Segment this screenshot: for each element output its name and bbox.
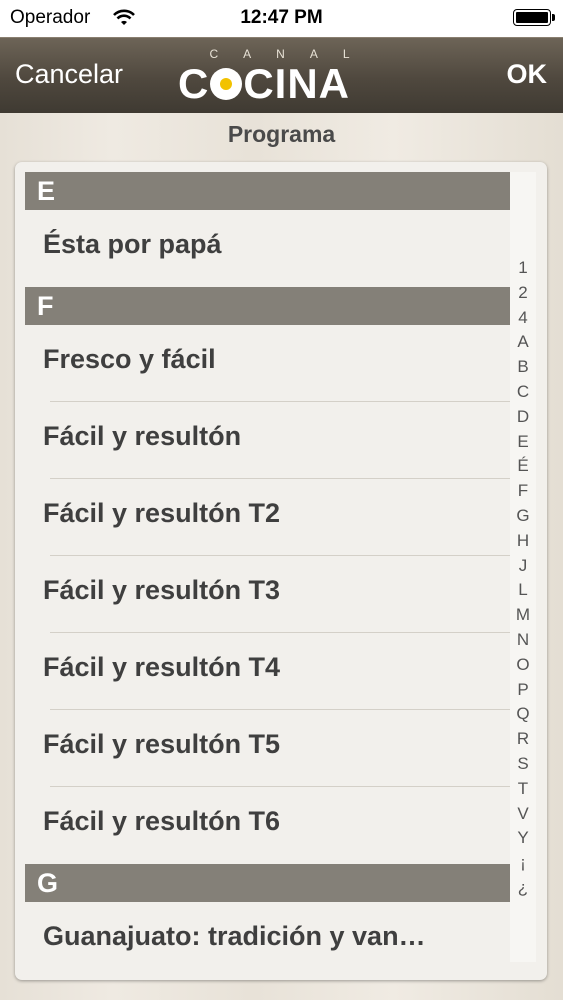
- battery-icon: [513, 9, 555, 26]
- index-letter[interactable]: H: [510, 529, 536, 554]
- section-index[interactable]: 1 2 4 A B C D E É F G H J L M N O P Q R S T V Y ¡ ¿: [510, 172, 536, 962]
- index-letter[interactable]: M: [510, 603, 536, 628]
- logo-letters-cina: CINA: [243, 60, 351, 107]
- index-letter[interactable]: ¿: [510, 876, 536, 901]
- list-item-label: Fácil y resultón T4: [43, 652, 281, 682]
- index-letter[interactable]: S: [510, 752, 536, 777]
- program-list[interactable]: E Ésta por papá F Fresco y fácil Fácil y…: [25, 172, 510, 979]
- section-header-f: F: [25, 287, 510, 325]
- list-item[interactable]: Fácil y resultón T2: [25, 479, 510, 556]
- section-header-e: E: [25, 172, 510, 210]
- index-letter[interactable]: R: [510, 727, 536, 752]
- program-list-panel: E Ésta por papá F Fresco y fácil Fácil y…: [15, 162, 547, 980]
- index-letter[interactable]: C: [510, 380, 536, 405]
- battery-level: [516, 12, 548, 23]
- list-item[interactable]: Fácil y resultón T4: [25, 633, 510, 710]
- egg-icon: [210, 68, 243, 100]
- section-index-letters: 1 2 4 A B C D E É F G H J L M N O P Q R S T V Y ¡ ¿: [510, 256, 536, 901]
- navigation-bar: Cancelar CANAL C CINA OK: [0, 37, 563, 113]
- index-letter[interactable]: 2: [510, 281, 536, 306]
- cancel-button[interactable]: Cancelar: [15, 59, 123, 90]
- index-letter[interactable]: P: [510, 678, 536, 703]
- section-header-g: G: [25, 864, 510, 902]
- index-letter[interactable]: B: [510, 355, 536, 380]
- list-item-label: Fresco y fácil: [43, 344, 216, 374]
- list-item-label: Fácil y resultón T3: [43, 575, 281, 605]
- clock: 12:47 PM: [240, 7, 323, 28]
- index-letter[interactable]: É: [510, 454, 536, 479]
- list-item-label: Fácil y resultón: [43, 421, 242, 451]
- index-letter[interactable]: G: [510, 504, 536, 529]
- logo-canal-text: CANAL: [209, 47, 375, 61]
- index-letter[interactable]: O: [510, 653, 536, 678]
- index-letter[interactable]: Q: [510, 702, 536, 727]
- list-item[interactable]: Fresco y fácil: [25, 325, 510, 402]
- list-item-label: Fácil y resultón T2: [43, 498, 281, 528]
- list-item[interactable]: Ésta por papá: [25, 210, 510, 287]
- index-letter[interactable]: D: [510, 405, 536, 430]
- list-item-label: Ésta por papá: [43, 229, 222, 259]
- index-letter[interactable]: J: [510, 554, 536, 579]
- index-letter[interactable]: L: [510, 578, 536, 603]
- list-item[interactable]: Fácil y resultón T3: [25, 556, 510, 633]
- logo-wordmark: C CINA: [178, 60, 350, 108]
- index-letter[interactable]: V: [510, 802, 536, 827]
- list-item[interactable]: Guanajuato: tradición y van…: [25, 902, 510, 979]
- index-letter[interactable]: F: [510, 479, 536, 504]
- index-letter[interactable]: 4: [510, 306, 536, 331]
- index-letter[interactable]: ¡: [510, 851, 536, 876]
- index-letter[interactable]: E: [510, 430, 536, 455]
- status-bar: Operador 12:47 PM: [0, 0, 563, 37]
- index-letter[interactable]: Y: [510, 826, 536, 851]
- index-letter[interactable]: N: [510, 628, 536, 653]
- page-title: Programa: [227, 121, 336, 147]
- list-item[interactable]: Fácil y resultón: [25, 402, 510, 479]
- list-item[interactable]: Fácil y resultón T5: [25, 710, 510, 787]
- logo-letter-c: C: [178, 60, 210, 107]
- index-letter[interactable]: T: [510, 777, 536, 802]
- list-item-label: Guanajuato: tradición y van…: [43, 921, 426, 951]
- list-item-label: Fácil y resultón T6: [43, 806, 281, 836]
- index-letter[interactable]: 1: [510, 256, 536, 281]
- list-item-label: Fácil y resultón T5: [43, 729, 281, 759]
- canal-cocina-logo: CANAL C CINA: [178, 47, 384, 108]
- index-letter[interactable]: A: [510, 330, 536, 355]
- list-item[interactable]: Fácil y resultón T6: [25, 787, 510, 864]
- ok-button[interactable]: OK: [507, 59, 548, 90]
